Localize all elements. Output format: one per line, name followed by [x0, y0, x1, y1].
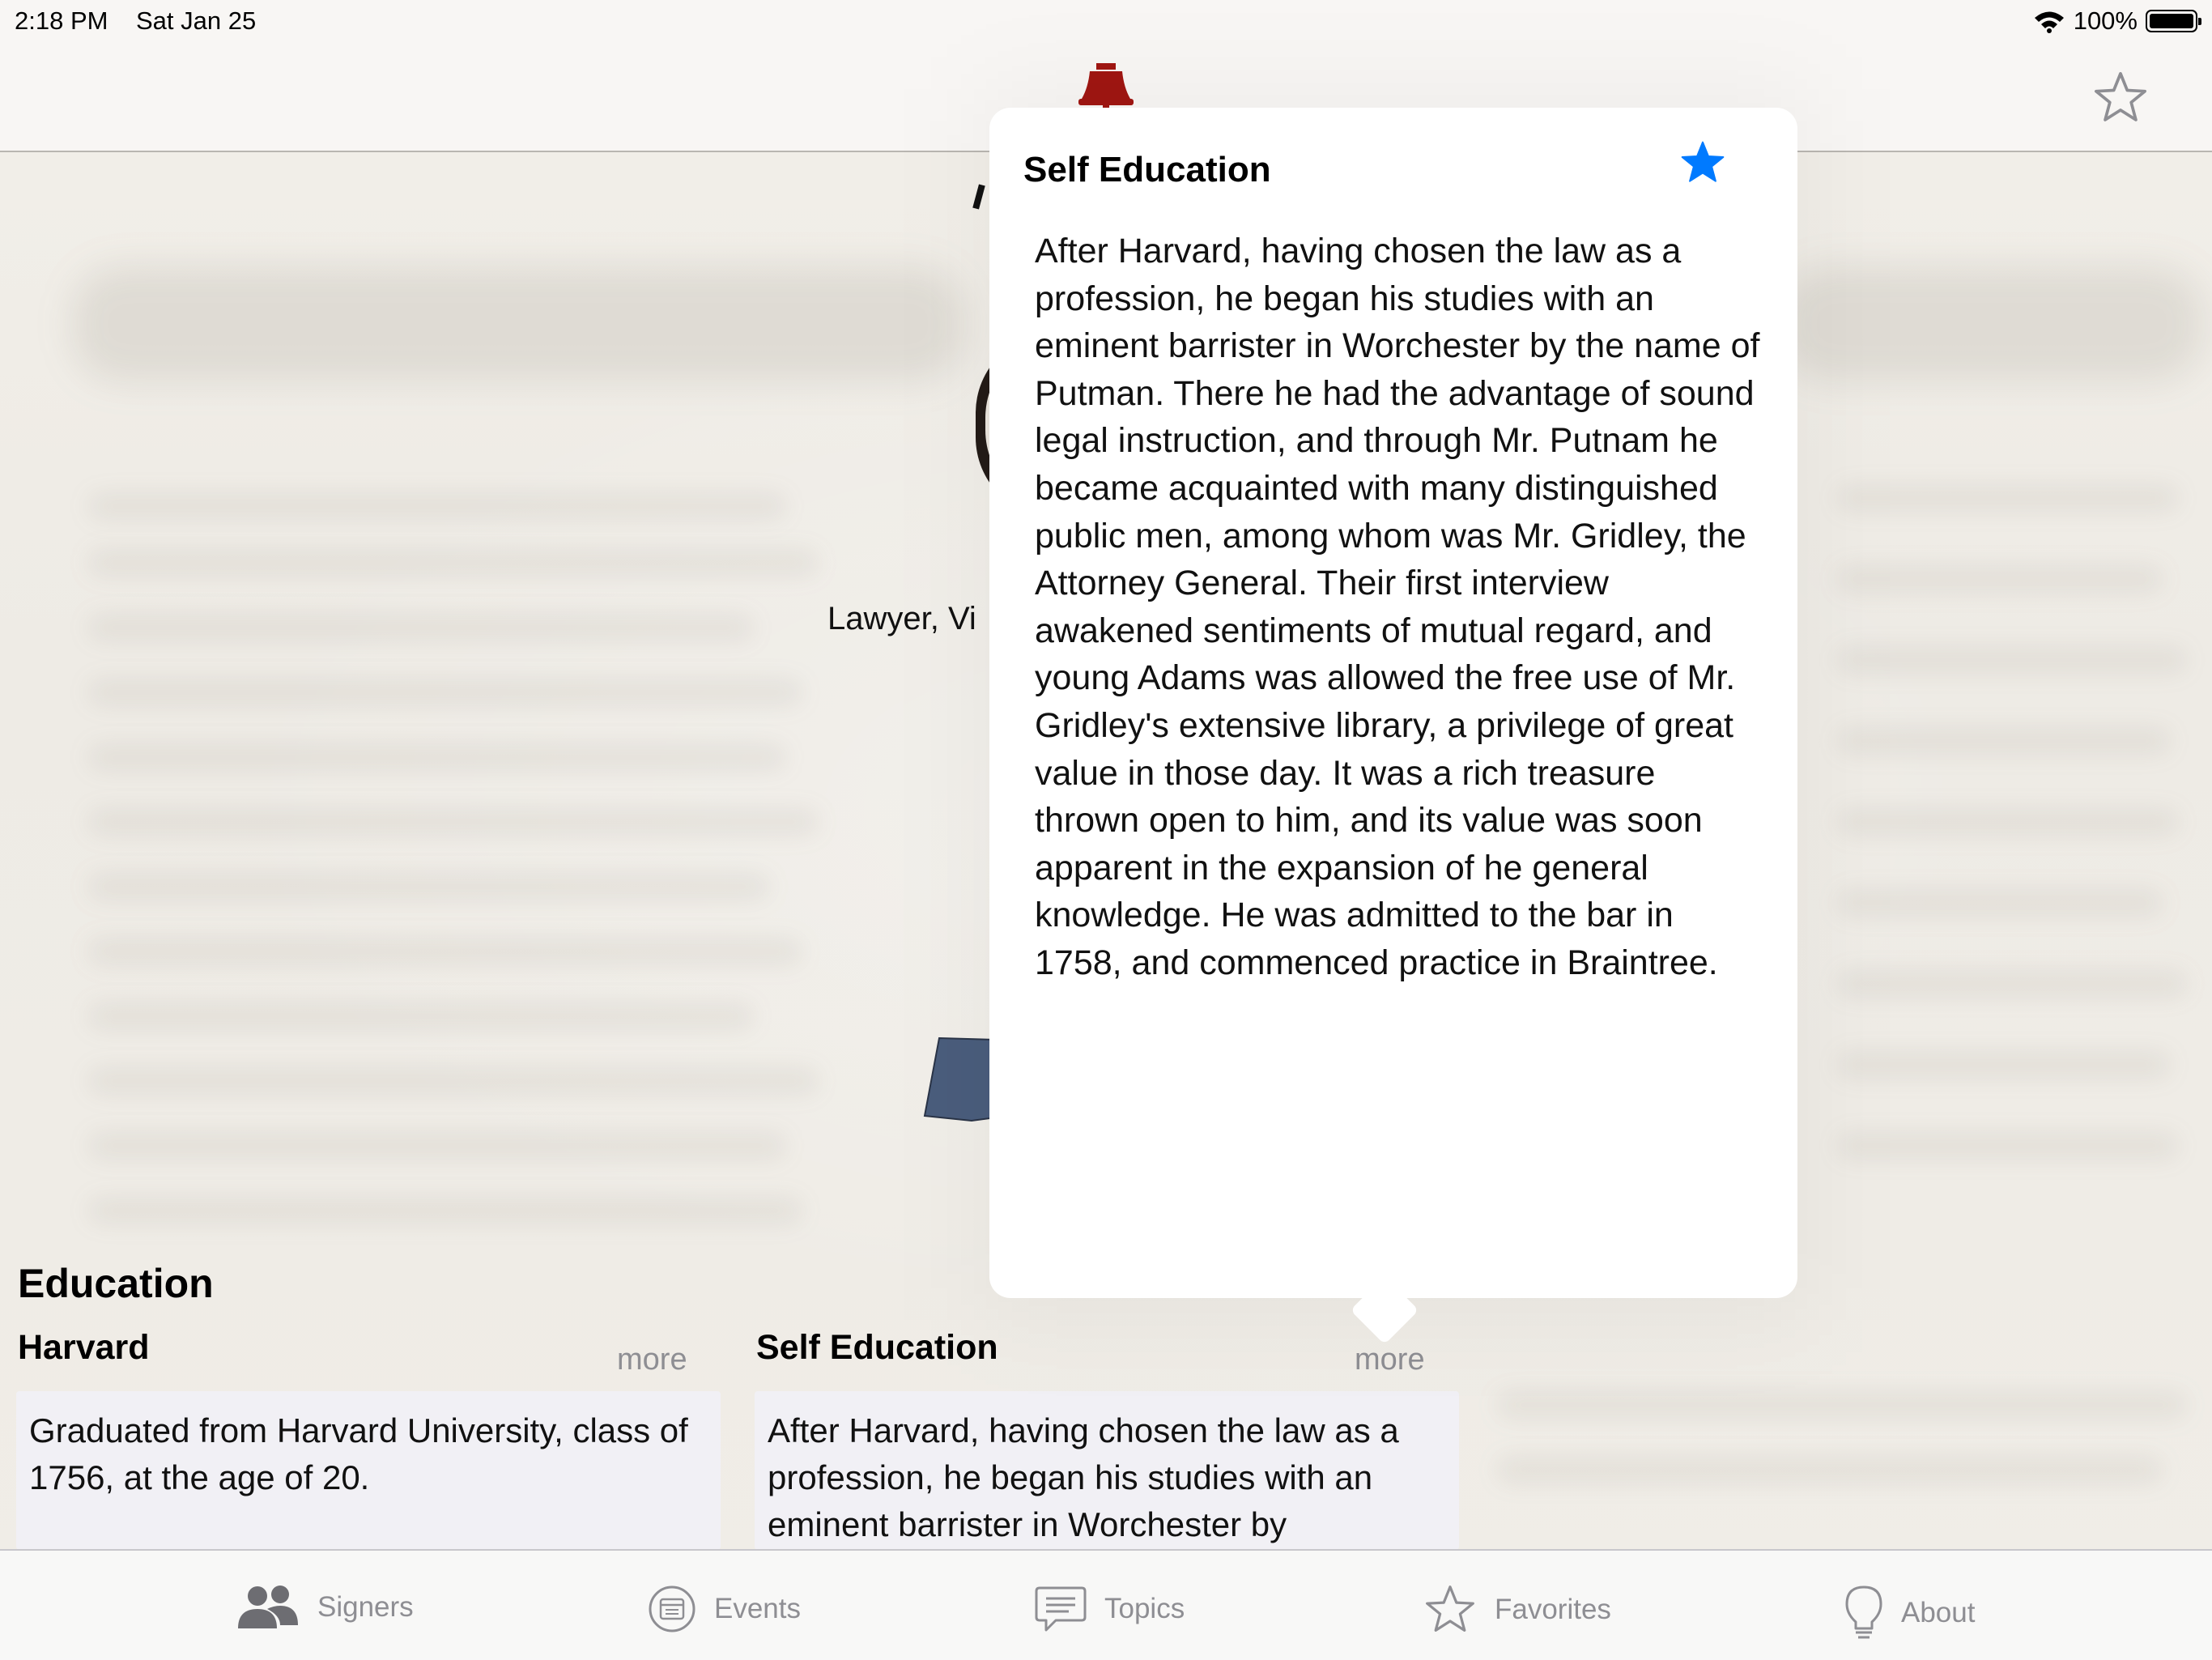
blurred-text-line: [89, 615, 753, 640]
people-icon: [238, 1586, 298, 1628]
more-link[interactable]: more: [617, 1343, 687, 1377]
blurred-text-line: [89, 1069, 818, 1093]
blurred-text-line: [1838, 648, 2186, 672]
tab-label: Topics: [1104, 1593, 1185, 1624]
star-filled-icon[interactable]: [1679, 140, 1726, 185]
star-outline-icon: [1426, 1586, 1474, 1632]
blurred-text-line: [89, 494, 785, 518]
status-bar: 2:18 PM Sat Jan 25 100%: [0, 0, 2212, 42]
tab-bar: Signers Events Topics Favorites About: [0, 1549, 2212, 1660]
blurred-text-line: [1838, 1134, 2178, 1158]
tab-favorites[interactable]: Favorites: [1423, 1585, 1611, 1635]
tab-label: Signers: [317, 1591, 414, 1623]
blurred-text-line: [1838, 567, 2162, 591]
tab-signers[interactable]: Signers: [235, 1585, 414, 1630]
status-time: 2:18 PM: [15, 6, 108, 35]
popover: Self Education After Harvard, having cho…: [989, 108, 1797, 1298]
education-card-title: Self Education: [756, 1328, 998, 1367]
lightbulb-icon: [1845, 1586, 1882, 1639]
education-card-title: Harvard: [18, 1328, 150, 1367]
blurred-text-line: [89, 875, 769, 899]
chat-bubble-icon: [1035, 1586, 1087, 1632]
status-date: Sat Jan 25: [136, 6, 257, 35]
signer-subtitle: Lawyer, Vi: [827, 601, 976, 636]
blurred-text-line: [1838, 972, 2186, 996]
star-outline-icon[interactable]: [2092, 71, 2149, 125]
blurred-text-line: [1498, 1458, 2162, 1482]
blurred-heading-right: [1781, 267, 2202, 381]
tab-topics[interactable]: Topics: [1035, 1585, 1185, 1633]
blurred-text-line: [1838, 1053, 2170, 1077]
tab-about[interactable]: About: [1844, 1585, 1975, 1641]
blurred-text-line: [1838, 486, 2178, 510]
popover-title: Self Education: [1023, 150, 1271, 189]
wifi-icon: [2034, 11, 2064, 33]
blurred-text-line: [89, 1004, 753, 1028]
blurred-text-line: [89, 810, 818, 834]
blurred-text-line: [1838, 729, 2170, 753]
tab-label: Favorites: [1495, 1594, 1611, 1625]
more-link[interactable]: more: [1355, 1343, 1425, 1377]
battery-icon: [2146, 10, 2201, 32]
battery-percentage: 100%: [2073, 6, 2138, 35]
education-card-text[interactable]: After Harvard, having chosen the law as …: [755, 1391, 1459, 1550]
blurred-text-line: [1838, 810, 2178, 834]
blurred-text-line: [89, 551, 818, 575]
blurred-text-line: [89, 1134, 785, 1158]
education-card-text[interactable]: Graduated from Harvard University, class…: [16, 1391, 721, 1550]
blurred-text-line: [89, 680, 802, 704]
tab-label: About: [1901, 1597, 1976, 1628]
blurred-text-line: [1838, 891, 2162, 915]
blurred-text-line: [89, 1198, 802, 1223]
popover-body-text: After Harvard, having chosen the law as …: [1035, 232, 1760, 982]
tab-label: Events: [714, 1593, 801, 1624]
calendar-icon: [649, 1586, 696, 1632]
education-section-title: Education: [18, 1261, 214, 1306]
education-card-text-content: Graduated from Harvard University, class…: [29, 1411, 688, 1496]
blurred-text-line: [89, 939, 802, 964]
blurred-heading-left: [73, 267, 963, 381]
blurred-text-line: [89, 745, 785, 769]
education-card-text-content: After Harvard, having chosen the law as …: [768, 1411, 1399, 1543]
blurred-text-line: [1498, 1393, 2186, 1417]
tab-events[interactable]: Events: [648, 1585, 801, 1633]
